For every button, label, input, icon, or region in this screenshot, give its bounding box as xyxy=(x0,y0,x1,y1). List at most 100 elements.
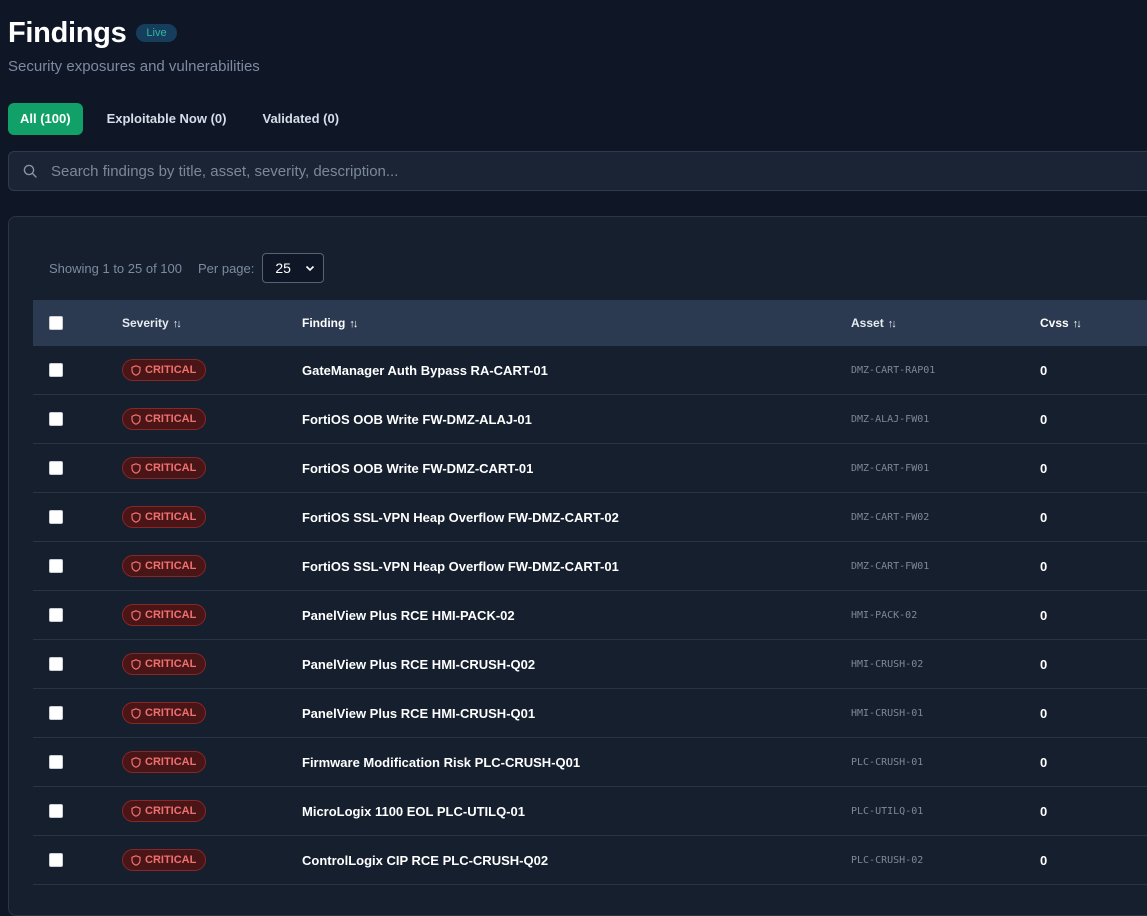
finding-title[interactable]: PanelView Plus RCE HMI-CRUSH-Q02 xyxy=(302,657,851,672)
shield-icon xyxy=(131,854,141,866)
severity-badge: CRITICAL xyxy=(122,408,207,430)
asset-name[interactable]: PLC-UTILQ-01 xyxy=(851,806,1040,817)
column-header-severity[interactable]: Severity ↑↓ xyxy=(122,316,302,330)
row-checkbox[interactable] xyxy=(49,461,63,475)
severity-badge: CRITICAL xyxy=(122,800,207,822)
title-row: Findings Live xyxy=(8,14,260,52)
table-row[interactable]: CRITICAL PanelView Plus RCE HMI-PACK-02 HM… xyxy=(33,591,1147,640)
severity-label: CRITICAL xyxy=(145,854,197,866)
severity-label: CRITICAL xyxy=(145,707,197,719)
severity-label: CRITICAL xyxy=(145,511,197,523)
asset-name[interactable]: DMZ-CART-RAP01 xyxy=(851,365,1040,376)
cvss-score: 0 xyxy=(1040,411,1048,427)
asset-name[interactable]: DMZ-CART-FW02 xyxy=(851,512,1040,523)
per-page-select[interactable]: 25 xyxy=(262,253,325,283)
shield-icon xyxy=(131,658,141,670)
table-row[interactable]: CRITICAL FortiOS SSL-VPN Heap Overflow FW… xyxy=(33,493,1147,542)
column-header-finding[interactable]: Finding ↑↓ xyxy=(302,316,851,330)
row-select-cell xyxy=(33,559,122,573)
select-all-cell xyxy=(33,316,122,330)
finding-title[interactable]: Firmware Modification Risk PLC-CRUSH-Q01 xyxy=(302,755,851,770)
row-checkbox[interactable] xyxy=(49,608,63,622)
page-title: Findings xyxy=(8,17,127,49)
shield-icon xyxy=(131,805,141,817)
asset-name[interactable]: DMZ-CART-FW01 xyxy=(851,561,1040,572)
row-checkbox[interactable] xyxy=(49,363,63,377)
row-checkbox[interactable] xyxy=(49,853,63,867)
row-checkbox[interactable] xyxy=(49,412,63,426)
severity-badge: CRITICAL xyxy=(122,849,207,871)
severity-badge: CRITICAL xyxy=(122,457,207,479)
finding-title[interactable]: ControlLogix CIP RCE PLC-CRUSH-Q02 xyxy=(302,853,851,868)
search-icon xyxy=(23,164,37,178)
shield-icon xyxy=(131,511,141,523)
asset-name[interactable]: PLC-CRUSH-01 xyxy=(851,757,1040,768)
column-label: Asset xyxy=(851,316,884,330)
row-checkbox[interactable] xyxy=(49,559,63,573)
tab-validated[interactable]: Validated (0) xyxy=(250,103,351,135)
tab-exploitable-now[interactable]: Exploitable Now (0) xyxy=(95,103,239,135)
severity-label: CRITICAL xyxy=(145,462,197,474)
asset-name[interactable]: HMI-CRUSH-01 xyxy=(851,708,1040,719)
cvss-score: 0 xyxy=(1040,460,1048,476)
finding-title[interactable]: GateManager Auth Bypass RA-CART-01 xyxy=(302,363,851,378)
cvss-score: 0 xyxy=(1040,509,1048,525)
table-row[interactable]: CRITICAL ControlLogix CIP RCE PLC-CRUSH-Q… xyxy=(33,836,1147,885)
table-row[interactable]: CRITICAL PanelView Plus RCE HMI-CRUSH-Q01… xyxy=(33,689,1147,738)
row-checkbox[interactable] xyxy=(49,510,63,524)
finding-title[interactable]: MicroLogix 1100 EOL PLC-UTILQ-01 xyxy=(302,804,851,819)
row-select-cell xyxy=(33,608,122,622)
table-row[interactable]: CRITICAL FortiOS SSL-VPN Heap Overflow FW… xyxy=(33,542,1147,591)
severity-cell: CRITICAL xyxy=(122,702,302,724)
column-header-cvss[interactable]: Cvss ↑↓ xyxy=(1040,316,1147,330)
finding-title[interactable]: PanelView Plus RCE HMI-PACK-02 xyxy=(302,608,851,623)
row-checkbox[interactable] xyxy=(49,706,63,720)
severity-cell: CRITICAL xyxy=(122,653,302,675)
live-badge: Live xyxy=(136,24,177,42)
table-row[interactable]: CRITICAL PanelView Plus RCE HMI-CRUSH-Q02… xyxy=(33,640,1147,689)
shield-icon xyxy=(131,364,141,376)
row-select-cell xyxy=(33,657,122,671)
severity-label: CRITICAL xyxy=(145,805,197,817)
finding-title[interactable]: FortiOS OOB Write FW-DMZ-CART-01 xyxy=(302,461,851,476)
severity-badge: CRITICAL xyxy=(122,506,207,528)
finding-title[interactable]: FortiOS SSL-VPN Heap Overflow FW-DMZ-CAR… xyxy=(302,559,851,574)
severity-label: CRITICAL xyxy=(145,756,197,768)
row-checkbox[interactable] xyxy=(49,804,63,818)
cvss-score: 0 xyxy=(1040,705,1048,721)
row-checkbox[interactable] xyxy=(49,657,63,671)
shield-icon xyxy=(131,609,141,621)
cvss-score: 0 xyxy=(1040,607,1048,623)
severity-cell: CRITICAL xyxy=(122,751,302,773)
asset-name[interactable]: HMI-PACK-02 xyxy=(851,610,1040,621)
table-row[interactable]: CRITICAL GateManager Auth Bypass RA-CART-… xyxy=(33,346,1147,395)
table-row[interactable]: CRITICAL FortiOS OOB Write FW-DMZ-ALAJ-01… xyxy=(33,395,1147,444)
shield-icon xyxy=(131,462,141,474)
tab-all[interactable]: All (100) xyxy=(8,103,83,135)
filter-tabs: All (100) Exploitable Now (0) Validated … xyxy=(8,103,351,135)
severity-label: CRITICAL xyxy=(145,560,197,572)
search-bar[interactable] xyxy=(8,151,1147,191)
asset-name[interactable]: DMZ-CART-FW01 xyxy=(851,463,1040,474)
page-subtitle: Security exposures and vulnerabilities xyxy=(8,58,260,75)
severity-label: CRITICAL xyxy=(145,364,197,376)
finding-title[interactable]: FortiOS OOB Write FW-DMZ-ALAJ-01 xyxy=(302,412,851,427)
row-checkbox[interactable] xyxy=(49,755,63,769)
table-row[interactable]: CRITICAL FortiOS OOB Write FW-DMZ-CART-01… xyxy=(33,444,1147,493)
severity-badge: CRITICAL xyxy=(122,604,207,626)
column-label: Severity xyxy=(122,316,169,330)
table-row[interactable]: CRITICAL MicroLogix 1100 EOL PLC-UTILQ-01… xyxy=(33,787,1147,836)
row-select-cell xyxy=(33,510,122,524)
search-input[interactable] xyxy=(49,161,1147,181)
sort-icon: ↑↓ xyxy=(1072,318,1082,330)
row-select-cell xyxy=(33,706,122,720)
column-header-asset[interactable]: Asset ↑↓ xyxy=(851,316,1040,330)
select-all-checkbox[interactable] xyxy=(49,316,63,330)
pagination-bar: Showing 1 to 25 of 100 Per page: 25 xyxy=(49,253,325,283)
asset-name[interactable]: HMI-CRUSH-02 xyxy=(851,659,1040,670)
finding-title[interactable]: FortiOS SSL-VPN Heap Overflow FW-DMZ-CAR… xyxy=(302,510,851,525)
table-row[interactable]: CRITICAL Firmware Modification Risk PLC-C… xyxy=(33,738,1147,787)
asset-name[interactable]: PLC-CRUSH-02 xyxy=(851,855,1040,866)
finding-title[interactable]: PanelView Plus RCE HMI-CRUSH-Q01 xyxy=(302,706,851,721)
asset-name[interactable]: DMZ-ALAJ-FW01 xyxy=(851,414,1040,425)
